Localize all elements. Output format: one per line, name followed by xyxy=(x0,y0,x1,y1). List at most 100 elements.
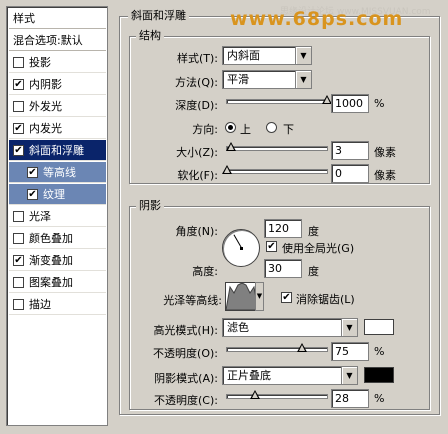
global-light-checkbox[interactable]: ✔ xyxy=(266,241,277,252)
style-item-label: 等高线 xyxy=(43,166,76,179)
shadow-opacity-input[interactable]: 28 xyxy=(331,389,369,408)
soften-slider[interactable] xyxy=(222,165,328,174)
gloss-contour-dropdown[interactable]: ▼ xyxy=(255,282,264,311)
soften-unit: 像素 xyxy=(374,169,396,182)
soften-slider-thumb[interactable] xyxy=(222,165,232,174)
depth-slider[interactable] xyxy=(226,95,332,104)
style-item-checkbox[interactable]: ✔ xyxy=(13,255,24,266)
angle-dial-center xyxy=(240,247,243,250)
altitude-input[interactable]: 30 xyxy=(264,259,302,278)
blend-options-label: 混合选项:默认 xyxy=(13,34,83,47)
style-item[interactable]: 描边 xyxy=(9,294,106,315)
bevel-emboss-title: 斜面和浮雕 xyxy=(128,10,189,22)
shadow-opacity-label: 不透明度(C): xyxy=(154,394,218,407)
direction-up-label: 上 xyxy=(240,123,251,136)
style-item-label: 描边 xyxy=(29,298,51,311)
watermark: www.68ps.com xyxy=(230,8,404,30)
style-item[interactable]: ✔ 斜面和浮雕 xyxy=(9,140,106,161)
highlight-opacity-value: 75 xyxy=(335,345,349,358)
altitude-value: 30 xyxy=(268,262,282,275)
style-item[interactable]: ✔ 内发光 xyxy=(9,118,106,139)
angle-input[interactable]: 120 xyxy=(264,219,302,238)
highlight-opacity-slider-thumb[interactable] xyxy=(297,343,307,352)
direction-label: 方向: xyxy=(192,123,218,136)
highlight-opacity-input[interactable]: 75 xyxy=(331,342,369,361)
technique-select[interactable]: 平滑 ▼ xyxy=(222,70,312,89)
style-label: 样式(T): xyxy=(176,52,218,65)
highlight-opacity-slider[interactable] xyxy=(226,343,328,352)
highlight-mode-select[interactable]: 滤色 ▼ xyxy=(222,318,358,337)
size-input[interactable]: 3 xyxy=(331,141,369,160)
contour-curve-icon xyxy=(225,282,259,311)
shadow-mode-select[interactable]: 正片叠底 ▼ xyxy=(222,366,358,385)
style-item[interactable]: ✔ 纹理 xyxy=(9,184,106,205)
style-item-checkbox[interactable] xyxy=(13,211,24,222)
structure-title: 结构 xyxy=(136,30,164,42)
style-item[interactable]: 投影 xyxy=(9,52,106,73)
shadow-opacity-unit: % xyxy=(374,392,385,405)
soften-input[interactable]: 0 xyxy=(331,164,369,183)
style-item-label: 内发光 xyxy=(29,122,62,135)
style-item-checkbox[interactable] xyxy=(13,299,24,310)
blend-options-item[interactable]: 混合选项:默认 xyxy=(9,30,106,51)
style-item-checkbox[interactable]: ✔ xyxy=(13,145,24,156)
style-item-checkbox[interactable]: ✔ xyxy=(13,79,24,90)
style-item-checkbox[interactable]: ✔ xyxy=(27,189,38,200)
shadow-mode-label: 阴影模式(A): xyxy=(154,372,218,385)
shadow-opacity-slider-thumb[interactable] xyxy=(250,390,260,399)
gloss-contour-preview[interactable] xyxy=(225,282,259,311)
style-item[interactable]: 颜色叠加 xyxy=(9,228,106,249)
style-item-label: 纹理 xyxy=(43,188,65,201)
highlight-mode-value: 滤色 xyxy=(227,321,249,334)
chevron-down-icon: ▼ xyxy=(295,71,311,88)
size-unit: 像素 xyxy=(374,146,396,159)
chevron-down-icon: ▼ xyxy=(341,367,357,384)
style-item[interactable]: 图案叠加 xyxy=(9,272,106,293)
depth-unit: % xyxy=(374,97,385,110)
soften-value: 0 xyxy=(335,167,342,180)
size-value: 3 xyxy=(335,144,342,157)
depth-value: 1000 xyxy=(335,97,363,110)
style-item-label: 颜色叠加 xyxy=(29,232,73,245)
shadow-color-swatch[interactable] xyxy=(364,367,394,383)
style-item-label: 投影 xyxy=(29,56,51,69)
style-item[interactable]: ✔ 等高线 xyxy=(9,162,106,183)
size-slider[interactable] xyxy=(226,142,328,151)
angle-dial[interactable] xyxy=(222,229,260,267)
direction-down-radio[interactable] xyxy=(266,122,277,133)
depth-input[interactable]: 1000 xyxy=(331,94,369,113)
highlight-color-swatch[interactable] xyxy=(364,319,394,335)
style-item-checkbox[interactable] xyxy=(13,57,24,68)
style-item-checkbox[interactable]: ✔ xyxy=(13,123,24,134)
style-item-label: 内阴影 xyxy=(29,78,62,91)
shadow-opacity-slider[interactable] xyxy=(226,390,328,399)
chevron-down-icon: ▼ xyxy=(341,319,357,336)
style-item[interactable]: 外发光 xyxy=(9,96,106,117)
size-slider-thumb[interactable] xyxy=(226,142,236,151)
style-item-label: 图案叠加 xyxy=(29,276,73,289)
style-item-label: 渐变叠加 xyxy=(29,254,73,267)
direction-up-radio[interactable] xyxy=(225,122,236,133)
shading-title: 阴影 xyxy=(136,200,164,212)
highlight-opacity-label: 不透明度(O): xyxy=(153,347,218,360)
shadow-mode-value: 正片叠底 xyxy=(227,369,271,382)
style-item-checkbox[interactable]: ✔ xyxy=(27,167,38,178)
style-item-checkbox[interactable] xyxy=(13,277,24,288)
global-light-label: 使用全局光(G) xyxy=(282,242,355,255)
style-select-value: 内斜面 xyxy=(227,49,260,62)
style-item[interactable]: ✔ 渐变叠加 xyxy=(9,250,106,271)
shadow-opacity-value: 28 xyxy=(335,392,349,405)
technique-label: 方法(Q): xyxy=(175,76,218,89)
altitude-label: 高度: xyxy=(192,265,218,278)
style-item[interactable]: ✔ 内阴影 xyxy=(9,74,106,95)
style-item-checkbox[interactable] xyxy=(13,233,24,244)
styles-header[interactable]: 样式 xyxy=(9,8,106,29)
style-select[interactable]: 内斜面 ▼ xyxy=(222,46,312,65)
styles-list-panel: 样式 混合选项:默认 投影 ✔ 内阴影 外发光 ✔ 内发光 ✔ 斜面和浮雕 ✔ 等高线 ✔ 纹理 光泽颜… xyxy=(6,6,108,426)
style-item[interactable]: 光泽 xyxy=(9,206,106,227)
anti-alias-checkbox[interactable]: ✔ xyxy=(281,292,292,303)
direction-down-label: 下 xyxy=(283,123,294,136)
technique-select-value: 平滑 xyxy=(227,73,249,86)
angle-label: 角度(N): xyxy=(175,225,218,238)
style-item-checkbox[interactable] xyxy=(13,101,24,112)
